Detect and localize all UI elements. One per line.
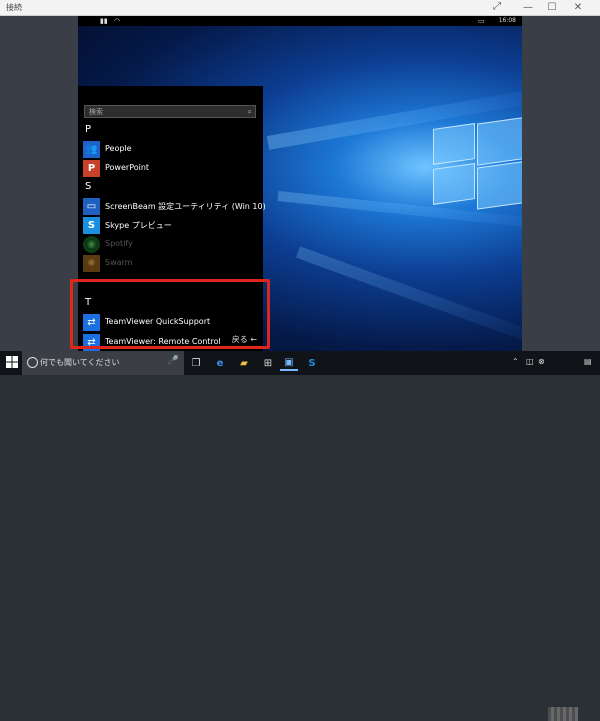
light-beam xyxy=(295,246,522,340)
logo-pane xyxy=(433,123,475,165)
app-label: People xyxy=(105,144,132,153)
phone-clock: 16:08 xyxy=(498,17,516,24)
search-placeholder: 検索 xyxy=(89,108,103,116)
skype-taskbar-icon[interactable]: S xyxy=(304,355,320,371)
expand-icon[interactable]: ⤢ xyxy=(493,1,501,13)
window-titlebar: 接続 ⤢ — ☐ ✕ xyxy=(0,0,600,16)
app-label: Swarm xyxy=(105,258,133,267)
logo-pane xyxy=(477,160,522,210)
task-view-icon[interactable]: ❐ xyxy=(188,355,204,371)
windows-start-icon[interactable] xyxy=(6,356,18,368)
window-title: 接続 xyxy=(6,3,22,12)
app-label: Spotify xyxy=(105,239,133,248)
wifi-icon: ◠ xyxy=(114,17,121,25)
close-button[interactable]: ✕ xyxy=(566,0,590,15)
phone-status-bar: ▮▮ ◠ ▭ 16:08 xyxy=(78,16,522,26)
app-screenbeam[interactable]: ▭ ScreenBeam 設定ユーティリティ (Win 10) xyxy=(83,198,266,216)
people-icon: 👥 xyxy=(83,141,100,158)
taskbar: 何でも聞いてください 🎤 ❐ e ▰ ⊞ ▣ S ⌃ ◫ ⊗ ▤ xyxy=(0,351,600,721)
app-skype-preview[interactable]: S Skype プレビュー xyxy=(83,217,261,235)
signal-icon: ▮▮ xyxy=(100,17,108,25)
spotify-icon: ◉ xyxy=(83,236,100,253)
app-powerpoint[interactable]: P PowerPoint xyxy=(83,160,261,178)
taskbar-search-placeholder: 何でも聞いてください xyxy=(40,358,120,367)
skype-icon: S xyxy=(83,217,100,234)
clock-redacted xyxy=(548,707,578,721)
logo-pane xyxy=(477,116,522,166)
section-letter-p[interactable]: P xyxy=(85,124,91,135)
logo-pane xyxy=(433,163,475,205)
search-icon: ⌕ xyxy=(247,107,252,116)
screenbeam-icon: ▭ xyxy=(83,198,100,215)
maximize-button[interactable]: ☐ xyxy=(540,0,564,15)
app-people[interactable]: 👥 People xyxy=(83,141,261,159)
powerpoint-icon: P xyxy=(83,160,100,177)
app-swarm[interactable]: ✺ Swarm xyxy=(83,255,261,273)
microphone-icon[interactable]: 🎤 xyxy=(168,356,179,366)
swarm-icon: ✺ xyxy=(83,255,100,272)
highlight-box xyxy=(70,279,270,349)
right-margin xyxy=(522,16,600,351)
app-spotify[interactable]: ◉ Spotify xyxy=(83,236,261,254)
app-label: ScreenBeam 設定ユーティリティ (Win 10) xyxy=(105,202,266,211)
minimize-button[interactable]: — xyxy=(516,0,540,15)
store-icon[interactable]: ⊞ xyxy=(260,355,276,371)
app-label: PowerPoint xyxy=(105,163,150,172)
edge-icon[interactable]: e xyxy=(212,355,228,371)
notifications-icon[interactable]: ▤ xyxy=(584,357,592,366)
left-margin xyxy=(0,16,78,351)
volume-icon[interactable]: ◫ xyxy=(526,357,534,366)
section-letter-s[interactable]: S xyxy=(85,181,91,192)
app-label: Skype プレビュー xyxy=(105,221,172,230)
start-search-box[interactable]: 検索 ⌕ xyxy=(84,105,256,118)
file-explorer-icon[interactable]: ▰ xyxy=(236,355,252,371)
taskbar-search-box[interactable]: 何でも聞いてください 🎤 xyxy=(22,351,184,375)
battery-tray-icon[interactable]: ⊗ xyxy=(538,357,545,366)
battery-icon: ▭ xyxy=(478,17,485,25)
connect-icon[interactable]: ▣ xyxy=(280,355,298,371)
cortana-icon xyxy=(27,357,38,368)
network-icon[interactable]: ⌃ xyxy=(512,357,519,366)
